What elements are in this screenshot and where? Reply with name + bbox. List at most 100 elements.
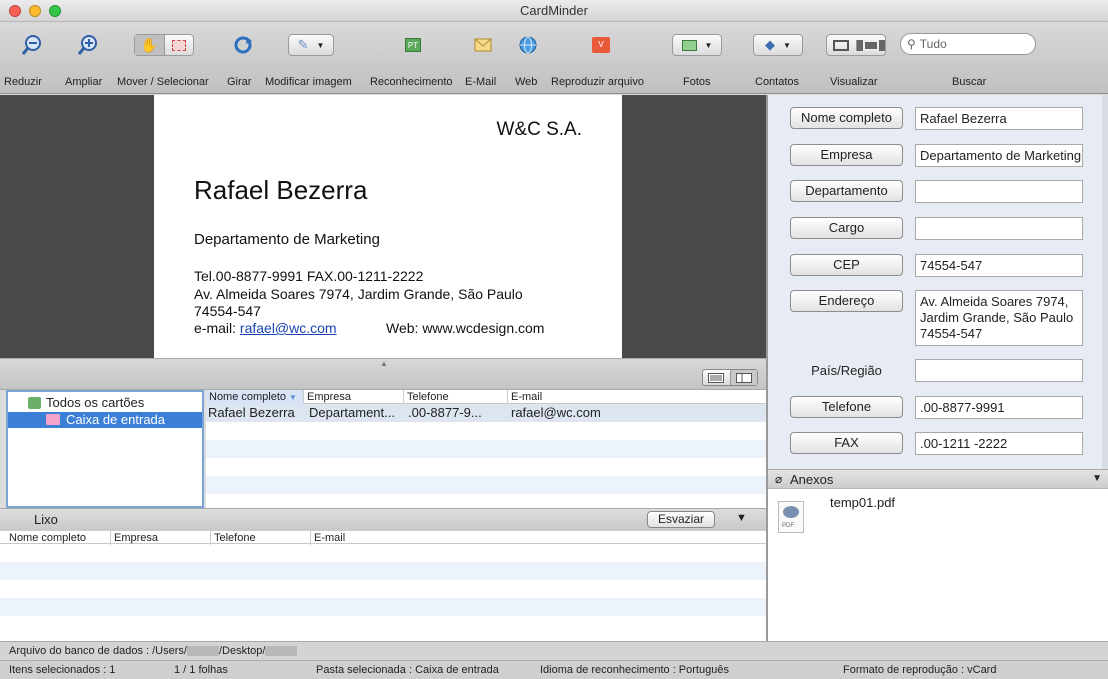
attachment-item[interactable]: PDF temp01.pdf bbox=[778, 495, 918, 543]
cards-folder-icon bbox=[28, 397, 41, 409]
field-button-fax[interactable]: FAX bbox=[790, 432, 903, 454]
field-button-department[interactable]: Departamento bbox=[790, 180, 903, 202]
card-department: Departamento de Marketing bbox=[194, 231, 380, 248]
redacted-filename bbox=[265, 646, 298, 657]
column-name[interactable]: Nome completo ▼ bbox=[206, 390, 303, 405]
field-input-department[interactable] bbox=[915, 180, 1083, 203]
table-row[interactable]: Rafael Bezerra Departament... .00-8877-9… bbox=[206, 404, 766, 422]
chevron-down-icon: ▼ bbox=[783, 40, 791, 50]
field-button-company[interactable]: Empresa bbox=[790, 144, 903, 166]
view-segmented-control[interactable] bbox=[826, 34, 886, 56]
field-button-address[interactable]: Endereço bbox=[790, 290, 903, 312]
envelope-icon bbox=[474, 38, 492, 52]
field-input-company[interactable]: Departamento de Marketing bbox=[915, 144, 1083, 167]
trash-column-email[interactable]: E-mail bbox=[310, 531, 414, 545]
field-input-phone[interactable]: .00-8877-9991 bbox=[915, 396, 1083, 419]
card-name: Rafael Bezerra bbox=[194, 175, 368, 205]
hand-icon[interactable]: ✋ bbox=[135, 35, 165, 55]
folder-all-cards[interactable]: Todos os cartões bbox=[8, 395, 202, 411]
empty-row bbox=[0, 580, 766, 598]
card-email-line: e-mail: rafael@wc.com bbox=[194, 320, 337, 336]
folder-inbox[interactable]: Caixa de entrada bbox=[8, 412, 202, 428]
minimize-window-button[interactable] bbox=[29, 5, 41, 17]
attachments-header[interactable]: ⌀ Anexos ▼ bbox=[768, 469, 1108, 489]
recognition-button[interactable]: PT bbox=[402, 34, 424, 56]
contacts-label: Contatos bbox=[755, 76, 800, 88]
trash-column-name[interactable]: Nome completo bbox=[0, 531, 98, 545]
empty-row bbox=[206, 458, 766, 476]
contacts-dropdown[interactable]: ◆ ▼ bbox=[753, 34, 803, 56]
card-fields-panel: Nome completo Rafael Bezerra Empresa Dep… bbox=[768, 95, 1108, 469]
email-button[interactable] bbox=[472, 34, 494, 56]
modify-image-dropdown[interactable]: ✎ ▼ bbox=[288, 34, 334, 56]
play-file-button[interactable]: V bbox=[590, 34, 612, 56]
rotate-icon bbox=[234, 36, 252, 54]
empty-row bbox=[0, 544, 766, 562]
single-view-icon[interactable] bbox=[827, 39, 857, 51]
zoom-in-button[interactable] bbox=[76, 34, 100, 56]
field-input-fax[interactable]: .00-1211 -2222 bbox=[915, 432, 1083, 455]
search-input[interactable]: ⚲ Tudo bbox=[900, 33, 1036, 55]
attachments-collapse-icon[interactable]: ▼ bbox=[1092, 473, 1102, 484]
column-email[interactable]: E-mail bbox=[507, 390, 607, 404]
cell-company: Departament... bbox=[309, 405, 395, 420]
status-bar: Itens selecionados : 1 1 / 1 folhas Past… bbox=[0, 660, 1108, 679]
move-select-label: Mover / Selecionar bbox=[117, 76, 209, 88]
fields-scrollbar[interactable] bbox=[1102, 95, 1108, 469]
zoom-out-button[interactable] bbox=[20, 34, 44, 56]
web-button[interactable] bbox=[517, 34, 539, 56]
list-view-toggle[interactable] bbox=[702, 369, 758, 386]
list-view-icon[interactable] bbox=[703, 370, 730, 385]
folder-icon bbox=[46, 414, 60, 425]
move-select-segmented-control[interactable]: ✋ bbox=[134, 34, 194, 56]
folder-inbox-label: Caixa de entrada bbox=[66, 412, 166, 427]
database-path-bar: Arquivo do banco de dados : /Users/ /Desk… bbox=[0, 641, 1108, 660]
empty-row bbox=[0, 616, 766, 634]
search-scope: Tudo bbox=[919, 37, 947, 51]
play-file-label: Reproduzir arquivo bbox=[551, 76, 644, 88]
field-button-full-name[interactable]: Nome completo bbox=[790, 107, 903, 129]
field-input-address[interactable]: Av. Almeida Soares 7974, Jardim Grande, … bbox=[915, 290, 1083, 346]
card-view-icon[interactable] bbox=[729, 370, 757, 385]
search-icon: ⚲ bbox=[907, 37, 916, 51]
title-bar: CardMinder bbox=[0, 0, 1108, 22]
db-path-prefix: Arquivo do banco de dados : /Users/ bbox=[9, 645, 187, 657]
photos-dropdown[interactable]: ▼ bbox=[672, 34, 722, 56]
close-window-button[interactable] bbox=[9, 5, 21, 17]
trash-column-company[interactable]: Empresa bbox=[110, 531, 210, 545]
status-pages: 1 / 1 folhas bbox=[174, 664, 228, 676]
empty-row bbox=[206, 476, 766, 494]
field-input-country[interactable] bbox=[915, 359, 1083, 382]
attachment-file-name: temp01.pdf bbox=[830, 495, 896, 510]
modify-image-label: Modificar imagem bbox=[265, 76, 352, 88]
empty-row bbox=[0, 562, 766, 580]
split-view-icon[interactable] bbox=[856, 39, 885, 51]
toolbar-labels: Reduzir Ampliar Mover / Selecionar Girar… bbox=[0, 76, 1108, 90]
field-input-full-name[interactable]: Rafael Bezerra bbox=[915, 107, 1083, 130]
column-phone[interactable]: Telefone bbox=[403, 390, 507, 404]
card-company: W&C S.A. bbox=[496, 119, 582, 140]
trash-list-header: Nome completo Empresa Telefone E-mail bbox=[0, 530, 766, 545]
zoom-out-label: Reduzir bbox=[4, 76, 42, 88]
preview-splitter[interactable]: ▲ bbox=[0, 358, 766, 390]
field-button-postal-code[interactable]: CEP bbox=[790, 254, 903, 276]
field-button-phone[interactable]: Telefone bbox=[790, 396, 903, 418]
field-input-title[interactable] bbox=[915, 217, 1083, 240]
column-company[interactable]: Empresa bbox=[303, 390, 403, 404]
zoom-window-button[interactable] bbox=[49, 5, 61, 17]
field-button-title[interactable]: Cargo bbox=[790, 217, 903, 239]
trash-collapse-icon[interactable]: ▼ bbox=[736, 512, 747, 524]
selection-rect-icon[interactable] bbox=[165, 39, 194, 51]
trash-column-phone[interactable]: Telefone bbox=[210, 531, 310, 545]
rotate-button[interactable] bbox=[232, 34, 254, 56]
card-preview[interactable]: W&C S.A. Rafael Bezerra Departamento de … bbox=[0, 95, 766, 358]
business-card-image: W&C S.A. Rafael Bezerra Departamento de … bbox=[154, 95, 622, 358]
trash-title: Lixo bbox=[34, 512, 58, 527]
web-label: Web bbox=[515, 76, 538, 88]
vcard-icon: V bbox=[592, 37, 610, 53]
status-recognition-language: Idioma de reconhecimento : Português bbox=[540, 664, 729, 676]
empty-trash-button[interactable]: Esvaziar bbox=[647, 511, 715, 528]
db-path-middle: /Desktop/ bbox=[218, 645, 266, 657]
field-input-postal-code[interactable]: 74554-547 bbox=[915, 254, 1083, 277]
card-email-link[interactable]: rafael@wc.com bbox=[240, 320, 337, 336]
